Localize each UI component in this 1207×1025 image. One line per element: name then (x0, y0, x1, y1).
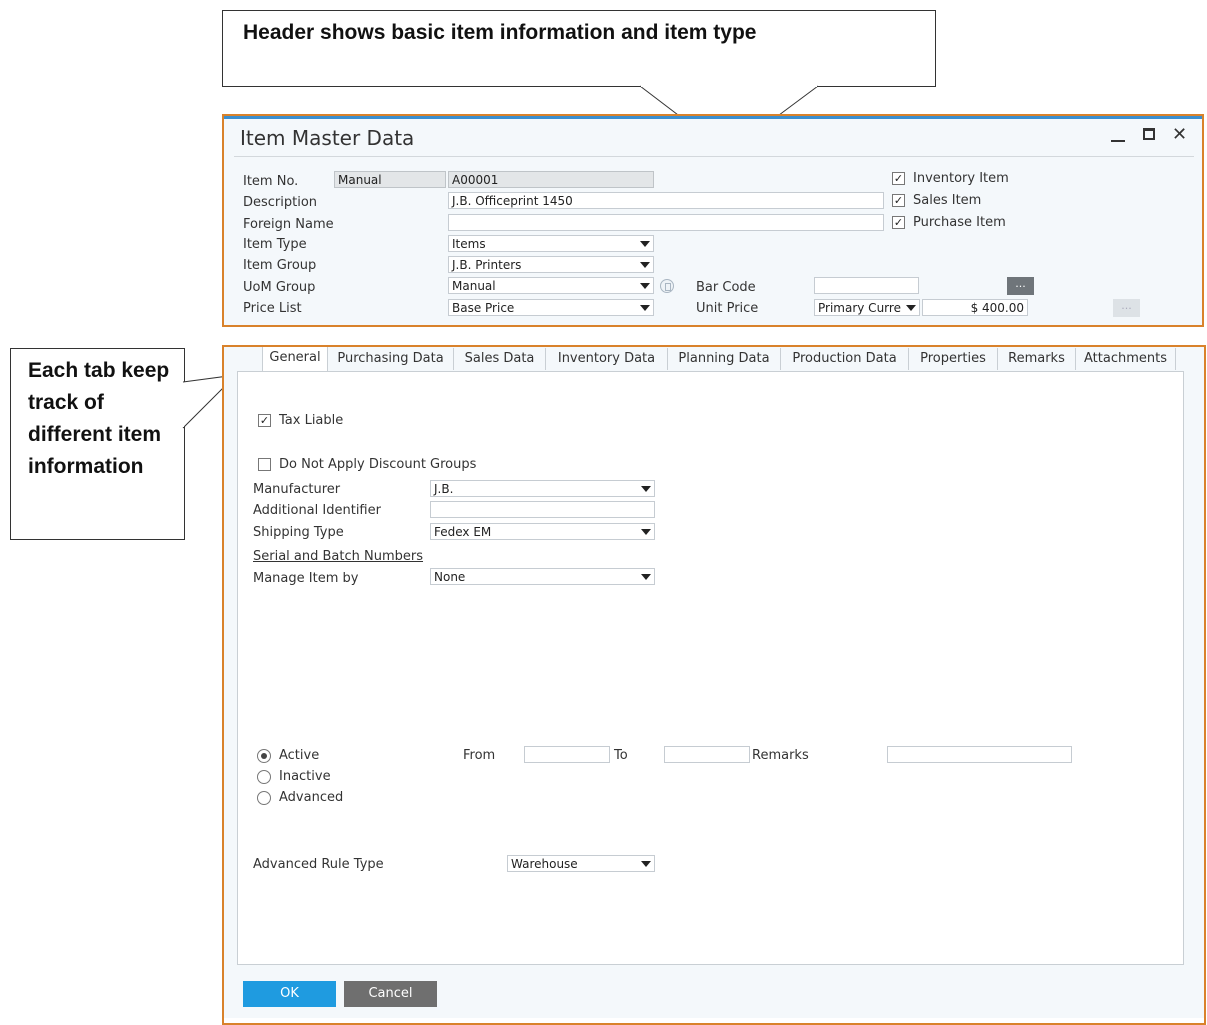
tab-callout-pointer (182, 374, 238, 429)
body-highlight-frame (222, 345, 1206, 1025)
header-highlight-frame (222, 114, 1204, 327)
